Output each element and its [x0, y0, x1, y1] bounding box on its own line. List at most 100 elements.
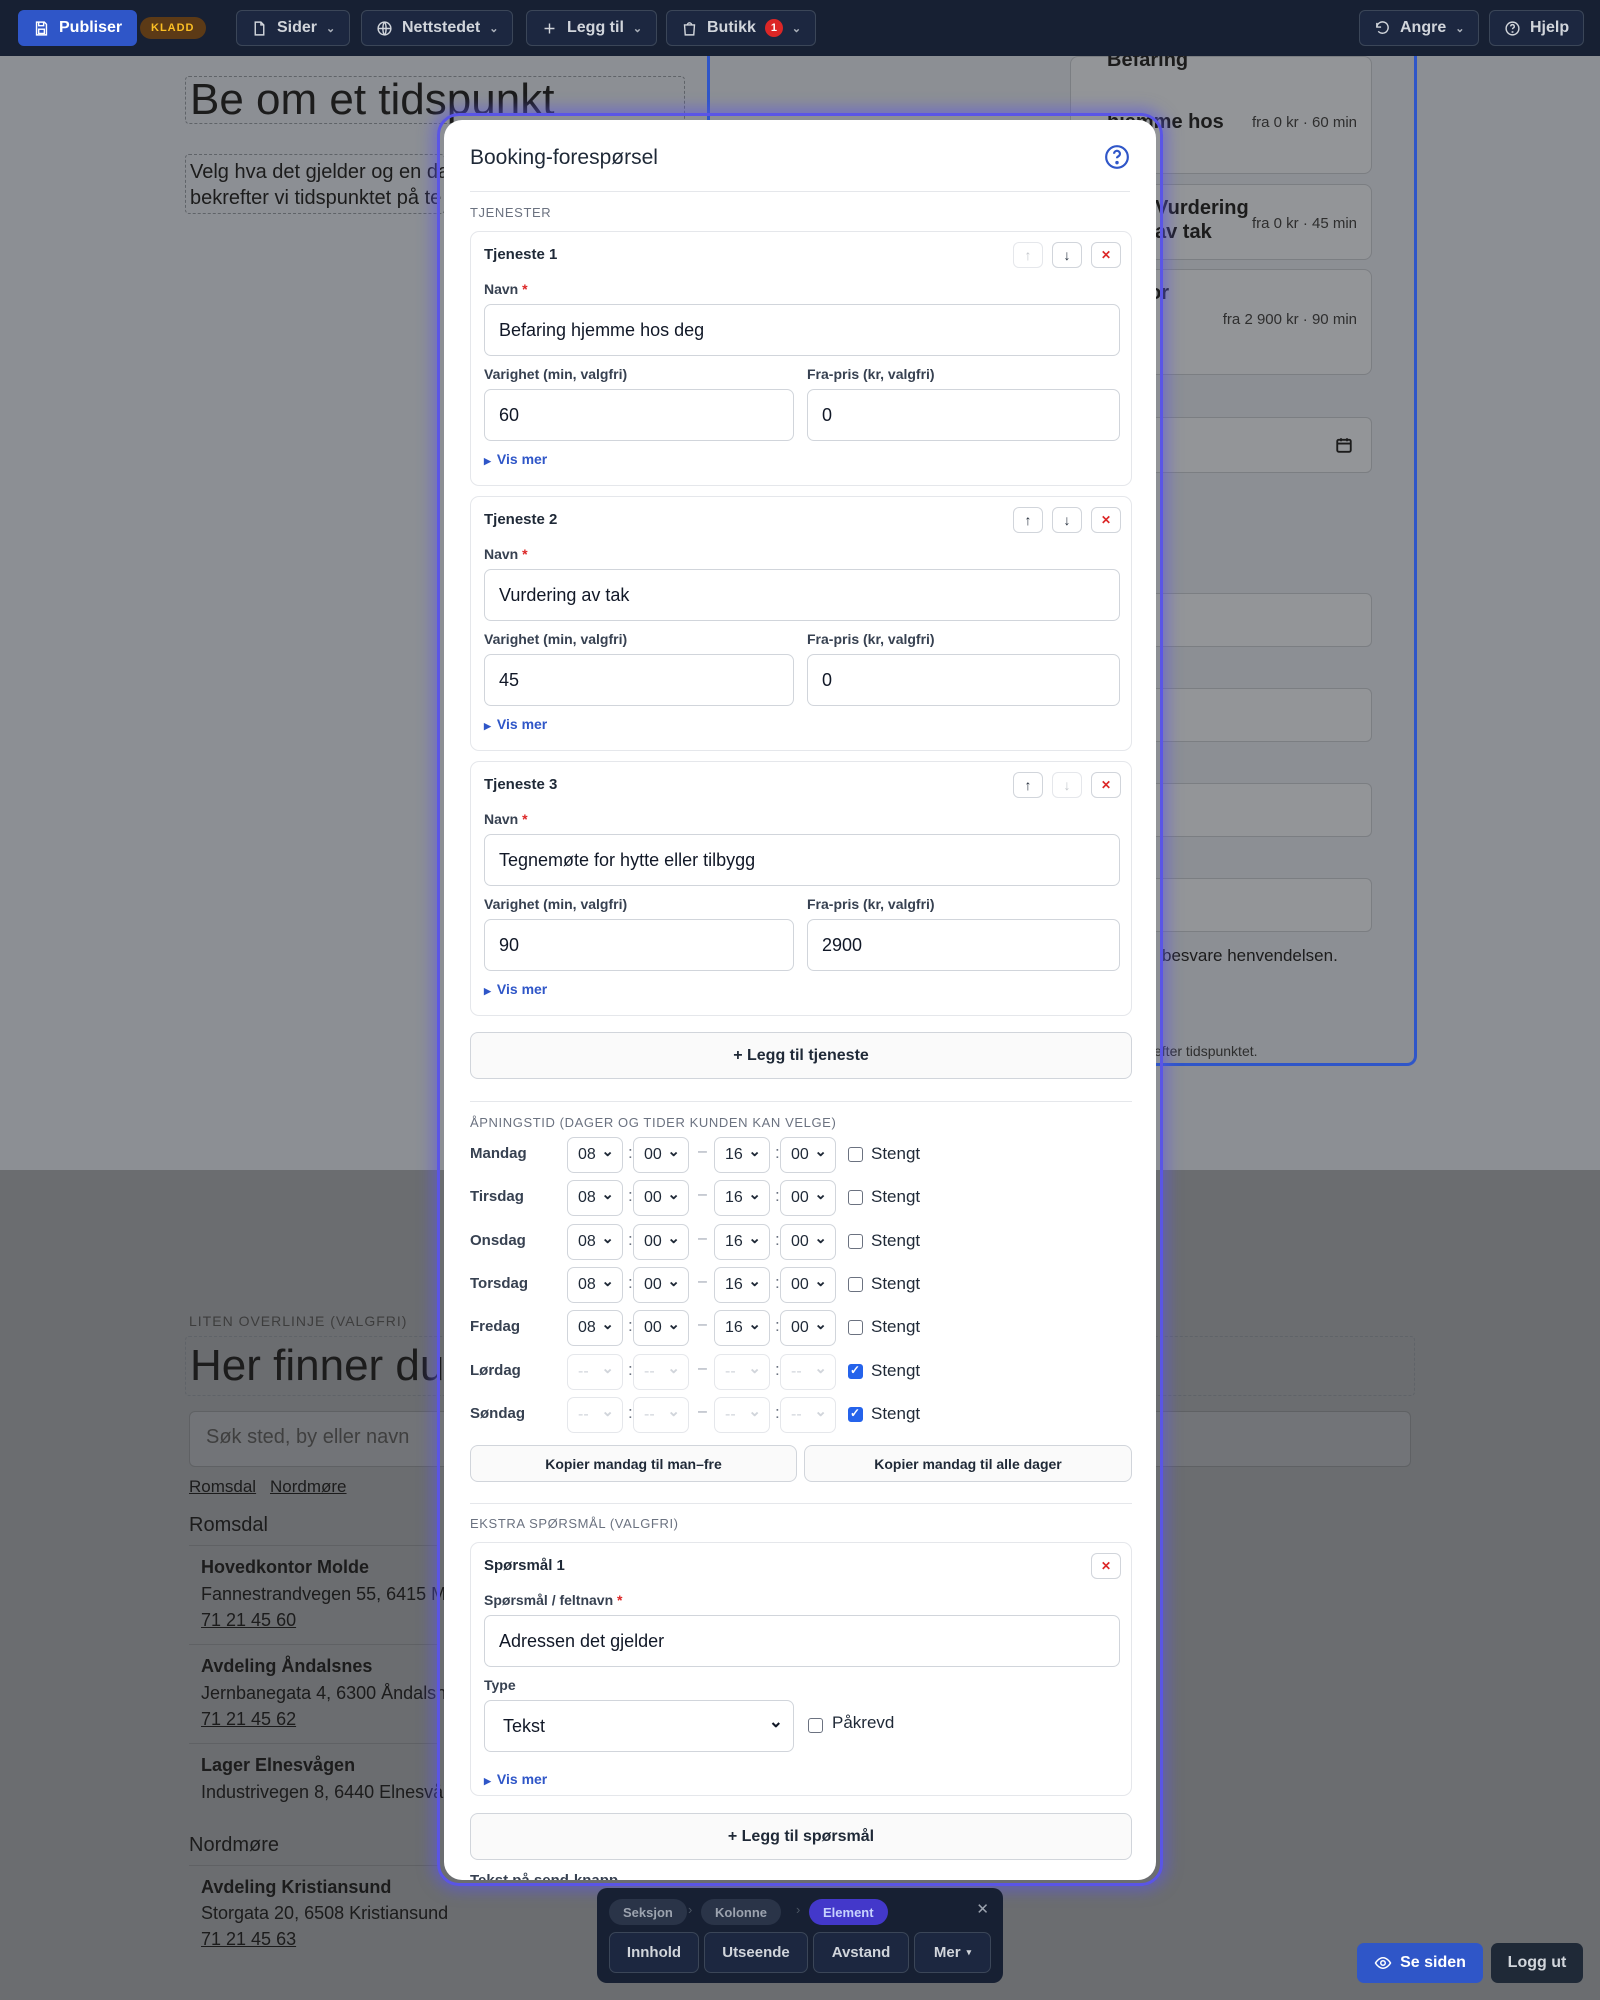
- required-checkbox[interactable]: [808, 1718, 823, 1733]
- location-phone-link[interactable]: 71 21 45 63: [201, 1929, 296, 1950]
- service-price-input[interactable]: 0: [807, 389, 1120, 441]
- breadcrumb-column[interactable]: Kolonne: [701, 1899, 781, 1925]
- show-more-toggle[interactable]: Vis mer: [484, 716, 547, 732]
- logout-button[interactable]: Logg ut: [1491, 1943, 1583, 1983]
- breadcrumb-section[interactable]: Seksjon: [609, 1899, 687, 1925]
- intro-editable-block[interactable]: Velg hva det gjelder og en da bekrefter …: [185, 154, 449, 214]
- service-name-input[interactable]: Befaring hjemme hos deg: [484, 304, 1120, 356]
- add-menu-button[interactable]: Legg til ⌄: [526, 10, 658, 46]
- tab-content[interactable]: Innhold: [609, 1932, 699, 1973]
- from-hour-select[interactable]: --: [567, 1396, 623, 1433]
- move-up-button[interactable]: ↑: [1013, 242, 1043, 268]
- to-minute-select[interactable]: --: [780, 1396, 836, 1433]
- from-hour-select[interactable]: --: [567, 1353, 623, 1390]
- day-label: Mandag: [470, 1145, 527, 1162]
- from-minute-select[interactable]: 00: [633, 1180, 689, 1217]
- modal-title: Booking-forespørsel: [470, 146, 658, 169]
- plus-icon: [544, 23, 555, 33]
- closed-checkbox[interactable]: [848, 1190, 863, 1206]
- closed-checkbox[interactable]: [848, 1320, 863, 1336]
- add-question-button[interactable]: + Legg til spørsmål: [470, 1813, 1132, 1860]
- service-price-input[interactable]: 2900: [807, 919, 1120, 971]
- service-card-2-meta: fra 0 kr · 45 min: [1251, 215, 1357, 232]
- help-button[interactable]: Hjelp: [1489, 10, 1585, 46]
- remove-service-button[interactable]: ✕: [1091, 507, 1121, 533]
- tab-spacing[interactable]: Avstand: [813, 1932, 909, 1973]
- show-more-toggle[interactable]: Vis mer: [484, 451, 547, 467]
- copy-monday-to-weekdays-button[interactable]: Kopier mandag til man–fre: [470, 1445, 797, 1482]
- add-service-button[interactable]: + Legg til tjeneste: [470, 1032, 1132, 1079]
- closed-checkbox[interactable]: [848, 1363, 863, 1379]
- opening-hours-section-label: ÅPNINGSTID (DAGER OG TIDER KUNDEN KAN VE…: [470, 1115, 837, 1130]
- copy-monday-to-all-days-button[interactable]: Kopier mandag til alle dager: [804, 1445, 1132, 1482]
- pages-menu-button[interactable]: Sider ⌄: [236, 10, 351, 46]
- to-hour-select[interactable]: --: [714, 1396, 770, 1433]
- from-minute-select[interactable]: 00: [633, 1266, 689, 1303]
- closed-checkbox[interactable]: [848, 1406, 863, 1422]
- to-minute-select[interactable]: 00: [780, 1223, 836, 1260]
- to-hour-select[interactable]: 16: [714, 1137, 770, 1173]
- move-up-button[interactable]: ↑: [1013, 772, 1043, 798]
- question-name-input[interactable]: Adressen det gjelder: [484, 1615, 1120, 1667]
- closed-checkbox[interactable]: [848, 1276, 863, 1292]
- question-type-select[interactable]: Tekst ⌄: [484, 1700, 794, 1752]
- undo-button[interactable]: Angre ⌄: [1359, 10, 1480, 46]
- from-hour-select[interactable]: 08: [567, 1223, 623, 1260]
- to-minute-select[interactable]: --: [780, 1353, 836, 1390]
- service-name-input[interactable]: Vurdering av tak: [484, 569, 1120, 621]
- remove-question-button[interactable]: ✕: [1091, 1553, 1121, 1579]
- tab-nordmore[interactable]: Nordmøre: [270, 1477, 347, 1497]
- to-hour-select[interactable]: 16: [714, 1180, 770, 1217]
- from-minute-select[interactable]: 00: [633, 1223, 689, 1260]
- from-hour-select[interactable]: 08: [567, 1310, 623, 1347]
- from-hour-select[interactable]: 08: [567, 1180, 623, 1217]
- from-minute-select[interactable]: 00: [633, 1310, 689, 1347]
- website-menu-button[interactable]: Nettstedet ⌄: [361, 10, 514, 46]
- show-more-toggle[interactable]: Vis mer: [484, 1771, 547, 1787]
- help-circle-icon[interactable]: [1104, 144, 1130, 170]
- closed-checkbox[interactable]: [848, 1147, 863, 1162]
- from-minute-select[interactable]: --: [633, 1396, 689, 1433]
- move-down-button[interactable]: ↓: [1052, 242, 1082, 268]
- remove-service-button[interactable]: ✕: [1091, 242, 1121, 268]
- remove-service-button[interactable]: ✕: [1091, 772, 1121, 798]
- view-site-button[interactable]: Se siden: [1357, 1943, 1483, 1983]
- to-minute-select[interactable]: 00: [780, 1137, 836, 1173]
- from-minute-select[interactable]: 00: [633, 1137, 689, 1173]
- more-menu-button[interactable]: Mer ▾: [914, 1932, 991, 1973]
- publish-button[interactable]: Publiser: [18, 10, 138, 46]
- move-down-button[interactable]: ↓: [1052, 507, 1082, 533]
- service-title: Tjeneste 3: [484, 776, 558, 793]
- service-name-input[interactable]: Tegnemøte for hytte eller tilbygg: [484, 834, 1120, 886]
- from-minute-select[interactable]: --: [633, 1353, 689, 1390]
- service-price-input[interactable]: 0: [807, 654, 1120, 706]
- show-more-toggle[interactable]: Vis mer: [484, 981, 547, 997]
- to-hour-select[interactable]: --: [714, 1353, 770, 1390]
- breadcrumb-element[interactable]: Element: [809, 1899, 888, 1925]
- location-phone-link[interactable]: 71 21 45 62: [201, 1709, 296, 1730]
- service-duration-input[interactable]: 45: [484, 654, 794, 706]
- location-phone-link[interactable]: 71 21 45 60: [201, 1610, 296, 1631]
- service-duration-input[interactable]: 90: [484, 919, 794, 971]
- close-icon[interactable]: ✕: [976, 1900, 989, 1918]
- close-icon: ✕: [1100, 778, 1112, 792]
- to-hour-select[interactable]: 16: [714, 1266, 770, 1303]
- to-hour-select[interactable]: 16: [714, 1223, 770, 1260]
- duration-field-label: Varighet (min, valgfri): [484, 366, 628, 382]
- move-up-button[interactable]: ↑: [1013, 507, 1043, 533]
- move-down-button[interactable]: ↓: [1052, 772, 1082, 798]
- service-duration-input[interactable]: 60: [484, 389, 794, 441]
- tab-appearance[interactable]: Utseende: [704, 1932, 808, 1973]
- undo-icon: [1376, 20, 1389, 34]
- to-hour-select[interactable]: 16: [714, 1310, 770, 1347]
- closed-checkbox[interactable]: [848, 1233, 863, 1249]
- to-minute-select[interactable]: 00: [780, 1266, 836, 1303]
- from-hour-select[interactable]: 08: [567, 1137, 623, 1173]
- draft-badge: KLADD: [140, 17, 206, 39]
- shop-menu-button[interactable]: Butikk 1 ⌄: [666, 10, 817, 46]
- from-hour-select[interactable]: 08: [567, 1266, 623, 1303]
- to-minute-select[interactable]: 00: [780, 1180, 836, 1217]
- to-minute-select[interactable]: 00: [780, 1310, 836, 1347]
- opening-hours-row: Torsdag08:00–16:00Stengt: [470, 1266, 1132, 1303]
- tab-romsdal[interactable]: Romsdal: [189, 1477, 256, 1497]
